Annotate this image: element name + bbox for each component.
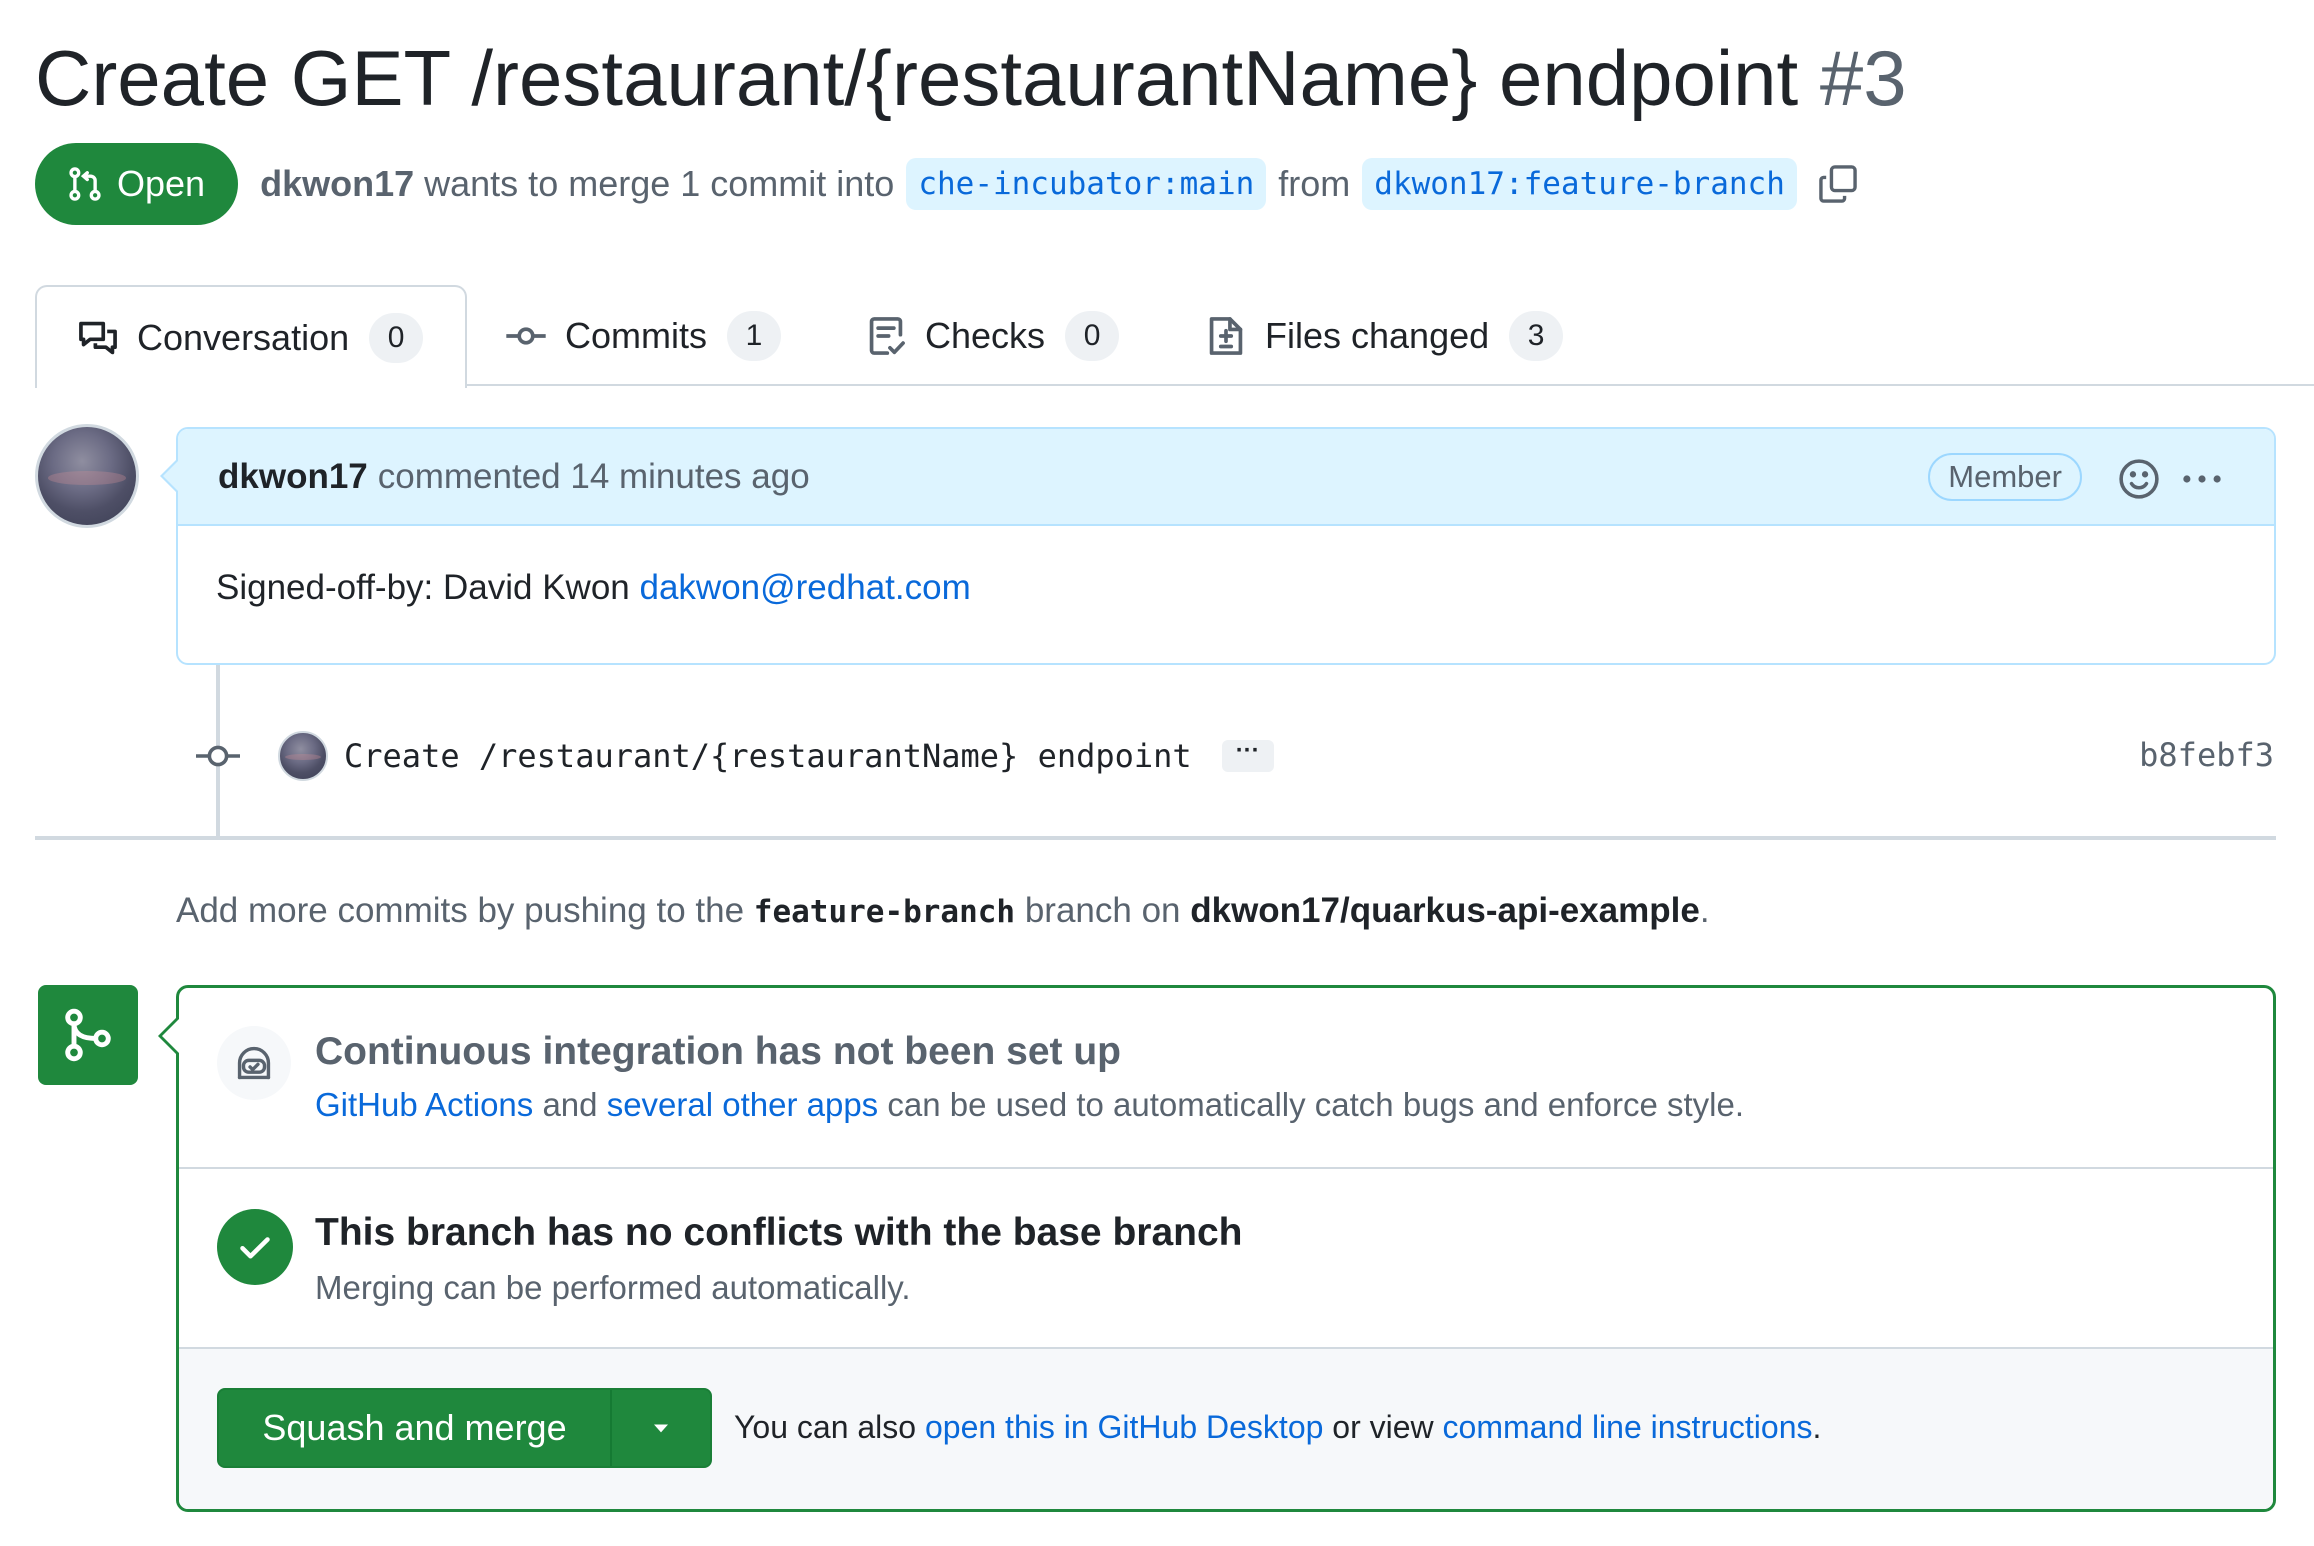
ci-subtitle: GitHub Actions and several other apps ca… xyxy=(315,1086,1744,1124)
comment-author[interactable]: dkwon17 xyxy=(218,457,368,497)
email-link[interactable]: dakwon@redhat.com xyxy=(639,568,970,607)
tab-files-changed[interactable]: Files changed 3 xyxy=(1205,285,1564,386)
pr-number: #3 xyxy=(1819,34,1907,122)
other-apps-link[interactable]: several other apps xyxy=(607,1086,879,1123)
pr-title-text: Create GET /restaurant/{restaurantName} … xyxy=(35,34,1799,122)
comment-pointer-fill xyxy=(163,460,179,492)
merge-box-pointer-fill xyxy=(162,1019,179,1053)
comment-meta[interactable]: commented 14 minutes ago xyxy=(378,457,810,497)
squash-and-merge-button[interactable]: Squash and merge xyxy=(219,1390,612,1466)
comment-body-text: Signed-off-by: David Kwon xyxy=(216,568,630,607)
conflicts-section: This branch has no conflicts with the ba… xyxy=(179,1169,2273,1349)
push-note-prefix: Add more commits by pushing to the xyxy=(176,891,745,930)
squash-merge-button-group: Squash and merge xyxy=(217,1388,712,1468)
tab-files-changed-label: Files changed xyxy=(1265,314,1490,356)
push-note-middle: branch on xyxy=(1024,891,1181,930)
merge-alternatives: You can also open this in GitHub Desktop… xyxy=(734,1409,1821,1446)
base-branch[interactable]: che-incubator:main xyxy=(906,158,1267,210)
tab-conversation-count: 0 xyxy=(369,312,424,363)
tab-commits-label: Commits xyxy=(565,314,707,356)
from-text: from xyxy=(1278,163,1351,204)
merge-summary: dkwon17 wants to merge 1 commit into xyxy=(260,163,894,205)
triangle-down-icon xyxy=(654,1424,668,1433)
conflicts-title: This branch has no conflicts with the ba… xyxy=(315,1211,1243,1254)
git-commit-icon xyxy=(196,745,240,767)
check-icon xyxy=(240,1237,270,1259)
commit-expand-button[interactable]: ··· xyxy=(1221,739,1274,772)
commit-sha[interactable]: b8febf3 xyxy=(2139,736,2274,774)
git-pull-request-icon xyxy=(69,167,101,201)
tab-conversation-label: Conversation xyxy=(137,316,350,358)
push-note: Add more commits by pushing to the featu… xyxy=(176,891,1710,931)
push-note-repo: dkwon17/quarkus-api-example xyxy=(1190,891,1700,930)
tab-checks-count: 0 xyxy=(1065,310,1120,361)
pr-title: Create GET /restaurant/{restaurantName} … xyxy=(35,30,1907,126)
ci-section: Continuous integration has not been set … xyxy=(179,988,2273,1169)
file-diff-icon xyxy=(1209,316,1243,355)
commit-row: Create /restaurant/{restaurantName} endp… xyxy=(278,730,1274,782)
comment-body: Signed-off-by: David Kwon dakwon@redhat.… xyxy=(178,526,2274,650)
tab-checks-label: Checks xyxy=(925,314,1046,356)
merge-action-section: Squash and merge You can also open this … xyxy=(179,1349,2273,1509)
merge-alt-suffix: . xyxy=(1812,1409,1822,1445)
merge-alt-prefix: You can also xyxy=(734,1409,917,1445)
push-note-branch: feature-branch xyxy=(753,894,1016,930)
tab-checks[interactable]: Checks 0 xyxy=(865,285,1120,386)
merge-alt-middle: or view xyxy=(1332,1409,1434,1445)
timeline-divider xyxy=(35,836,2276,840)
git-commit-icon xyxy=(506,326,546,345)
pr-state-row: Open dkwon17 wants to merge 1 commit int… xyxy=(35,143,1859,225)
comment-discussion-icon xyxy=(79,321,117,354)
merge-status-icon-box xyxy=(38,985,138,1085)
member-badge: Member xyxy=(1928,453,2082,501)
merge-text: wants to merge 1 commit into xyxy=(424,163,895,204)
dependabot-icon xyxy=(237,1046,271,1080)
commit-message[interactable]: Create /restaurant/{restaurantName} endp… xyxy=(344,737,1192,775)
ci-icon-wrap xyxy=(217,1026,291,1100)
avatar[interactable] xyxy=(35,424,139,528)
tab-files-changed-count: 3 xyxy=(1509,310,1564,361)
smiley-icon[interactable] xyxy=(2117,457,2161,501)
ci-and: and xyxy=(542,1086,598,1123)
merge-box: Continuous integration has not been set … xyxy=(176,985,2276,1512)
github-desktop-link[interactable]: open this in GitHub Desktop xyxy=(925,1409,1323,1445)
tab-commits[interactable]: Commits 1 xyxy=(505,285,781,386)
head-branch[interactable]: dkwon17:feature-branch xyxy=(1362,158,1797,210)
check-circle xyxy=(217,1209,293,1285)
tab-commits-count: 1 xyxy=(727,310,781,361)
tab-conversation[interactable]: Conversation 0 xyxy=(35,285,467,388)
ci-title: Continuous integration has not been set … xyxy=(315,1030,1121,1073)
git-merge-icon xyxy=(65,1008,111,1062)
github-actions-link[interactable]: GitHub Actions xyxy=(315,1086,533,1123)
ci-rest: can be used to automatically catch bugs … xyxy=(887,1086,1745,1123)
state-label: Open xyxy=(117,163,206,204)
kebab-horizontal-icon[interactable] xyxy=(2178,457,2226,501)
push-note-suffix: . xyxy=(1699,891,1710,930)
copy-icon[interactable] xyxy=(1817,163,1859,205)
checklist-icon xyxy=(869,316,905,355)
command-line-link[interactable]: command line instructions xyxy=(1443,1409,1813,1445)
pr-author-link[interactable]: dkwon17 xyxy=(260,163,414,204)
conflicts-subtitle: Merging can be performed automatically. xyxy=(315,1269,911,1306)
pr-tabs: Conversation 0 Commits 1 Checks 0 Files … xyxy=(35,285,2314,388)
commit-avatar[interactable] xyxy=(278,731,328,781)
comment-header: dkwon17 commented 14 minutes ago Member xyxy=(178,429,2274,526)
merge-method-dropdown[interactable] xyxy=(612,1390,710,1466)
state-badge: Open xyxy=(35,143,239,225)
pr-description-comment: dkwon17 commented 14 minutes ago Member … xyxy=(176,427,2276,665)
